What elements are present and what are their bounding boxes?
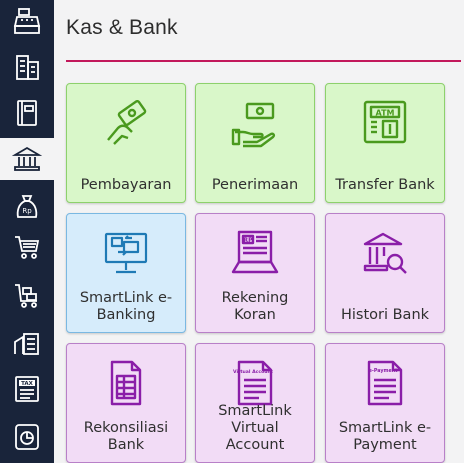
tile-transfer-bank[interactable]: ATM Transfer Bank <box>325 83 445 203</box>
tile-label: Pembayaran <box>80 177 172 193</box>
title-divider <box>66 60 461 62</box>
sidebar-item-cash-register[interactable] <box>0 0 54 42</box>
main-content: Kas & Bank Pembayaran Penerimaan ATM Tra… <box>54 0 464 463</box>
tax-document-icon: TAX <box>15 376 39 402</box>
sidebar-item-warehouse[interactable] <box>0 322 54 364</box>
sidebar-item-tax[interactable]: TAX <box>0 368 54 410</box>
atm-icon: ATM <box>363 100 407 144</box>
sidebar-item-ledger[interactable] <box>0 92 54 134</box>
sidebar: Rp TAX <box>0 0 54 463</box>
ledger-book-icon <box>17 100 37 126</box>
bank-icon <box>12 146 42 171</box>
bank-search-icon <box>363 232 407 274</box>
sidebar-item-building[interactable] <box>0 46 54 88</box>
svg-text:e-Payment: e-Payment <box>369 368 399 374</box>
tile-smartlink-e-banking[interactable]: SmartLink e-Banking <box>66 213 186 333</box>
warehouse-icon <box>14 333 39 355</box>
report-chart-icon <box>15 424 39 450</box>
sidebar-item-money-bag[interactable]: Rp <box>0 186 54 228</box>
tile-rekonsiliasi-bank[interactable]: Rekonsiliasi Bank <box>66 343 186 463</box>
tile-label: Histori Bank <box>340 307 430 323</box>
svg-text:ATM: ATM <box>376 109 395 118</box>
tile-pembayaran[interactable]: Pembayaran <box>66 83 186 203</box>
page-title: Kas & Bank <box>66 16 178 39</box>
sidebar-item-report[interactable] <box>0 416 54 458</box>
shopping-cart-icon <box>15 236 40 259</box>
e-payment-icon: e-Payment <box>367 360 403 406</box>
svg-text:Rp: Rp <box>22 207 32 215</box>
monitor-banking-icon <box>104 232 148 274</box>
sidebar-item-cart[interactable] <box>0 226 54 268</box>
tile-penerimaan[interactable]: Penerimaan <box>195 83 315 203</box>
sidebar-item-cart-box[interactable] <box>0 274 54 316</box>
tile-histori-bank[interactable]: Histori Bank <box>325 213 445 333</box>
reconcile-document-icon <box>110 360 142 406</box>
hand-money-icon <box>107 99 147 145</box>
svg-text:Virtual Account: Virtual Account <box>233 369 274 375</box>
cash-register-icon <box>13 8 41 34</box>
money-bag-rp-icon: Rp <box>16 195 38 218</box>
tile-label: SmartLink e-Banking <box>79 290 173 323</box>
tile-label: Rekonsiliasi Bank <box>83 420 169 453</box>
cart-box-icon <box>15 284 37 308</box>
bank-statement-icon: RP <box>231 230 279 274</box>
tile-rekening-koran[interactable]: RP Rekening Koran <box>195 213 315 333</box>
tile-label: SmartLink e-Payment <box>338 420 432 453</box>
tile-label: Penerimaan <box>211 177 299 193</box>
tile-smartlink-virtual-account[interactable]: Virtual Account SmartLink Virtual Accoun… <box>195 343 315 463</box>
sidebar-item-bank[interactable] <box>0 138 54 180</box>
tile-label: Transfer Bank <box>335 177 435 193</box>
svg-text:TAX: TAX <box>21 381 34 387</box>
receive-money-icon <box>231 102 276 148</box>
tile-label: Rekening Koran <box>221 290 289 323</box>
tile-label: SmartLink Virtual Account <box>218 403 292 453</box>
svg-text:RP: RP <box>243 237 253 244</box>
tile-smartlink-e-payment[interactable]: e-Payment SmartLink e-Payment <box>325 343 445 463</box>
building-icon <box>16 55 39 80</box>
